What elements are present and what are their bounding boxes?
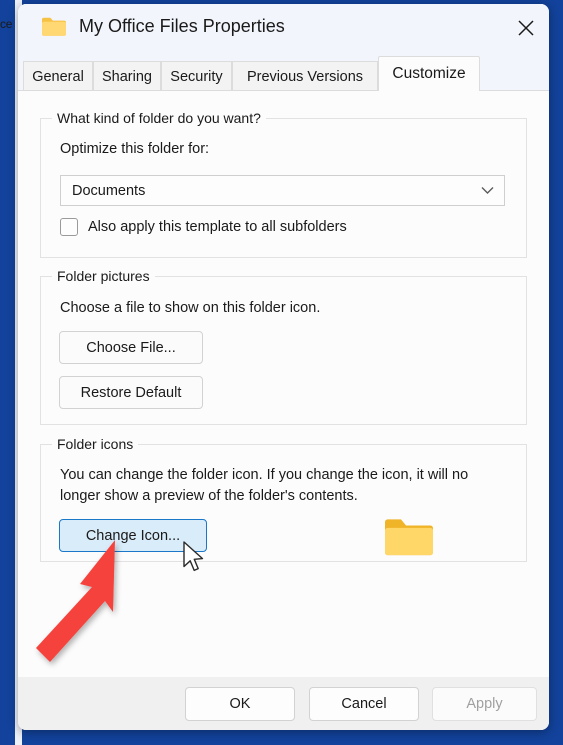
folder-type-select-value: Documents: [72, 182, 146, 199]
folder-icon: [41, 15, 67, 37]
tab-previous-versions[interactable]: Previous Versions: [232, 61, 378, 91]
choose-file-button[interactable]: Choose File...: [59, 331, 203, 364]
properties-dialog: My Office Files Properties General Shari…: [18, 4, 549, 730]
customize-tab-panel: What kind of folder do you want? Optimiz…: [18, 90, 549, 677]
cancel-button[interactable]: Cancel: [309, 687, 419, 721]
folder-type-group-legend: What kind of folder do you want?: [52, 110, 266, 126]
checkbox-box: [60, 218, 78, 236]
chevron-down-icon: [481, 182, 494, 200]
tab-security[interactable]: Security: [161, 61, 232, 91]
screen: ce My Office Files Properties General Sh…: [0, 0, 563, 745]
dialog-titlebar: My Office Files Properties: [18, 4, 549, 51]
apply-button: Apply: [432, 687, 537, 721]
close-icon[interactable]: [502, 4, 549, 51]
dialog-title: My Office Files Properties: [79, 16, 285, 36]
tab-customize[interactable]: Customize: [378, 56, 480, 91]
tab-strip: General Sharing Security Previous Versio…: [18, 51, 549, 91]
apply-to-subfolders-checkbox[interactable]: Also apply this template to all subfolde…: [60, 218, 347, 236]
tab-sharing[interactable]: Sharing: [93, 61, 161, 91]
tab-general[interactable]: General: [23, 61, 93, 91]
optimize-folder-label: Optimize this folder for:: [60, 141, 210, 157]
folder-pictures-group-legend: Folder pictures: [52, 268, 155, 284]
folder-icons-description-line1: You can change the folder icon. If you c…: [60, 467, 469, 483]
apply-to-subfolders-label: Also apply this template to all subfolde…: [88, 219, 347, 235]
folder-type-select[interactable]: Documents: [60, 175, 505, 206]
folder-preview-icon: [383, 516, 435, 558]
folder-pictures-description: Choose a file to show on this folder ico…: [60, 300, 321, 316]
ok-button[interactable]: OK: [185, 687, 295, 721]
change-icon-button[interactable]: Change Icon...: [59, 519, 207, 552]
dialog-footer: OK Cancel Apply: [18, 677, 549, 730]
restore-default-button[interactable]: Restore Default: [59, 376, 203, 409]
folder-icons-group-legend: Folder icons: [52, 436, 139, 452]
folder-icons-description-line2: longer show a preview of the folder's co…: [60, 488, 358, 504]
